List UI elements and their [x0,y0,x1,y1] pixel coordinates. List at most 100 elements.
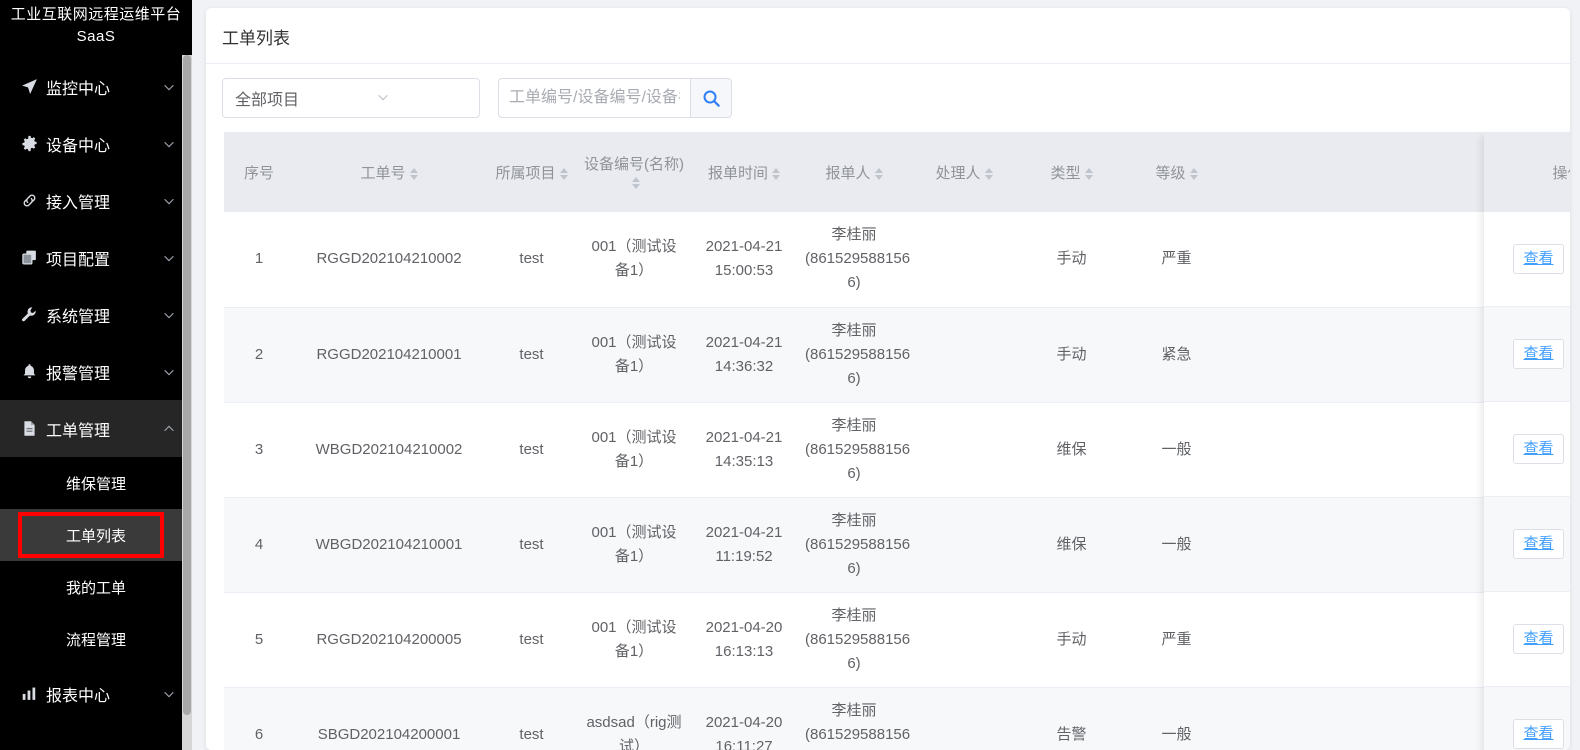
sort-icon[interactable] [984,167,993,180]
sidebar-item-access-management[interactable]: 接入管理 [0,172,192,229]
sidebar-item-work-order-management[interactable]: 工单管理 [0,400,192,457]
brand-line-1: 工业互联网远程运维平台 [10,6,182,23]
column-header-level[interactable]: 等级 [1124,132,1229,212]
page-title: 工单列表 [206,8,1570,64]
sort-icon[interactable] [559,167,568,180]
sidebar-scrollbar-thumb[interactable] [183,55,191,715]
sidebar-item-device-center[interactable]: 设备中心 [0,115,192,172]
view-button[interactable]: 查看 [1513,434,1564,464]
cell-reporter: 李桂丽(861529588156 6) [799,497,910,593]
sidebar-scrollbar[interactable] [182,55,192,750]
sidebar-item-project-config[interactable]: 项目配置 [0,229,192,286]
action-cell: 查看 流程 [1484,212,1570,307]
sidebar-item-monitoring[interactable]: 监控中心 [0,58,192,115]
sidebar-subitem-process-management[interactable]: 流程管理 [0,613,192,665]
view-button[interactable]: 查看 [1513,244,1564,274]
sidebar-subitem-my-work-orders[interactable]: 我的工单 [0,561,192,613]
cell-order-no: RGGD202104210001 [294,307,484,403]
table-row[interactable]: 1 RGGD202104210002 test 001（测试设备1） 2021-… [224,212,1554,308]
chevron-down-icon [160,194,178,208]
chevron-down-icon [160,137,178,151]
sort-icon[interactable] [772,167,780,180]
project-select[interactable]: 全部项目 [222,78,480,118]
cell-reporter: 李桂丽(861529588156 6) [799,402,910,498]
table-row[interactable]: 5 RGGD202104200005 test 001（测试设备1） 2021-… [224,592,1554,688]
column-header-seq[interactable]: 序号 [224,132,294,212]
cell-time: 2021-04-21 14:35:13 [689,402,799,498]
column-label: 等级 [1155,164,1186,182]
sidebar-nav: 监控中心 设备中心 接入管理 项目配置 系统管理 报警管理 工单管理 维保管理 … [0,58,192,722]
cell-time: 2021-04-21 11:19:52 [689,497,799,593]
brand-line-2: SaaS [76,28,116,45]
sidebar-item-label: 系统管理 [46,308,111,326]
column-header-no[interactable]: 工单号 [294,132,484,212]
cell-level: 严重 [1124,212,1229,308]
column-label: 处理人 [935,164,981,182]
action-cell: 查看 流程 [1484,592,1570,687]
view-button[interactable]: 查看 [1513,624,1564,654]
view-button[interactable]: 查看 [1513,339,1564,369]
sort-icon[interactable] [632,177,640,190]
chevron-down-icon [376,90,467,107]
column-header-device[interactable]: 设备编号(名称) [579,132,689,212]
sidebar-subitem-label: 工单列表 [65,527,126,545]
cell-device: 001（测试设备1） [579,307,689,403]
column-header-type[interactable]: 类型 [1019,132,1124,212]
sidebar-item-system-management[interactable]: 系统管理 [0,286,192,343]
cell-reporter: 李桂丽(861529588156 6) [799,212,910,308]
table-row[interactable]: 2 RGGD202104210001 test 001（测试设备1） 2021-… [224,307,1554,403]
cell-type: 手动 [1019,592,1124,688]
view-button[interactable]: 查看 [1513,719,1564,749]
column-header-reporter[interactable]: 报单人 [799,132,909,212]
cell-order-no: SBGD202104200001 [294,687,484,750]
view-button[interactable]: 查看 [1513,529,1564,559]
table-row[interactable]: 4 WBGD202104210001 test 001（测试设备1） 2021-… [224,497,1554,593]
chevron-down-icon [160,308,178,322]
work-order-table-wrapper: 序号 工单号 所属项目 设备编号(名称) 报单时间 报单人 处理人 类型 等级 … [224,132,1570,750]
cell-level: 一般 [1124,402,1229,498]
cell-level: 一般 [1124,497,1229,593]
table-row[interactable]: 6 SBGD202104200001 test asdsad（rig测试） 20… [224,687,1554,750]
cell-seq: 3 [224,402,294,498]
cell-time: 2021-04-20 16:11:27 [689,687,799,750]
sort-icon[interactable] [1084,167,1093,180]
sidebar-subitem-label: 我的工单 [65,579,126,597]
sidebar-subitem-maintenance[interactable]: 维保管理 [0,457,192,509]
action-cell: 查看 流程 [1484,402,1570,497]
cell-time: 2021-04-21 15:00:53 [689,212,799,308]
cell-project: test [484,687,579,750]
column-label: 报单时间 [707,164,768,182]
cell-type: 手动 [1019,307,1124,403]
cell-handler [909,212,1019,308]
chevron-up-icon [160,422,178,436]
cell-handler [909,402,1019,498]
sidebar-subitem-work-order-list[interactable]: 工单列表 [0,509,192,561]
chevron-down-icon [160,687,178,701]
sidebar-item-label: 项目配置 [46,251,111,269]
cell-device: 001（测试设备1） [579,402,689,498]
action-cell: 查看 流程 [1484,497,1570,592]
copy-icon [18,249,40,266]
column-header-time[interactable]: 报单时间 [689,132,799,212]
sidebar-item-alarm-management[interactable]: 报警管理 [0,343,192,400]
work-order-table: 序号 工单号 所属项目 设备编号(名称) 报单时间 报单人 处理人 类型 等级 … [224,132,1554,750]
chevron-down-icon [160,251,178,265]
sort-icon[interactable] [409,167,418,180]
sidebar-item-label: 报警管理 [46,365,111,383]
cell-project: test [484,212,579,308]
column-header-project[interactable]: 所属项目 [484,132,579,212]
column-header-handler[interactable]: 处理人 [909,132,1019,212]
sort-icon[interactable] [1189,167,1198,180]
table-row[interactable]: 3 WBGD202104210002 test 001（测试设备1） 2021-… [224,402,1554,498]
action-column: 操作 查看 流程 查看 流程 查看 流程 查看 流程 [1484,132,1570,750]
table-body: 1 RGGD202104210002 test 001（测试设备1） 2021-… [224,212,1554,750]
column-label: 报单人 [825,164,871,182]
column-label: 序号 [243,164,274,182]
search-button[interactable] [690,78,732,118]
document-icon [18,420,40,437]
search-input[interactable] [498,78,690,118]
sort-icon[interactable] [874,167,883,180]
search-group [498,78,732,118]
sidebar-item-report-center[interactable]: 报表中心 [0,665,192,722]
project-select-value: 全部项目 [235,92,300,109]
